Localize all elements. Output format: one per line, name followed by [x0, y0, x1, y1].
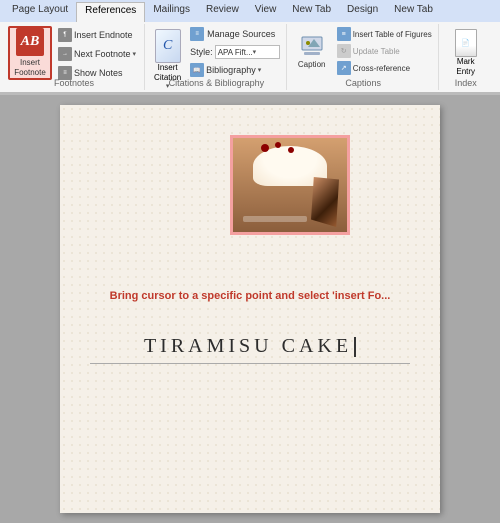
document-area: Bring cursor to a specific point and sel… — [0, 95, 500, 523]
instruction-text-content: Bring cursor to a specific point and sel… — [110, 290, 391, 302]
tab-design[interactable]: Design — [339, 2, 386, 22]
style-dropdown[interactable]: APA Fift... ▾ — [215, 45, 280, 59]
captions-group-label: Captions — [345, 78, 381, 88]
footnotes-group-label: Footnotes — [54, 78, 94, 88]
cherry3 — [288, 147, 294, 153]
insert-table-of-figs-button[interactable]: ≡ Insert Table of Figures — [335, 26, 434, 42]
document-title[interactable]: TIRAMISU CAKE — [90, 335, 410, 364]
citations-group: C InsertCitation ▾ ≡ Manage Sources Styl… — [147, 24, 287, 90]
insert-table-of-figs-label: Insert Table of Figures — [353, 30, 432, 39]
footnote-options: ¶ Insert Endnote → Next Footnote ▾ ≡ Sho… — [54, 26, 140, 82]
bibliography-arrow: ▾ — [258, 66, 262, 74]
endnote-icon: ¶ — [58, 28, 72, 42]
insert-endnote-button[interactable]: ¶ Insert Endnote — [54, 26, 140, 44]
tab-review[interactable]: Review — [198, 2, 247, 22]
manage-sources-label: Manage Sources — [207, 29, 275, 39]
insert-caption-button[interactable]: Caption — [293, 26, 331, 76]
mark-entry-icon: 📄 — [455, 29, 477, 57]
tab-mailings[interactable]: Mailings — [145, 2, 198, 22]
cherry1 — [261, 144, 269, 152]
captions-group: Caption ≡ Insert Table of Figures ↻ Upda… — [289, 24, 439, 90]
citations-group-label: Citations & Bibliography — [169, 78, 265, 88]
document-page[interactable]: Bring cursor to a specific point and sel… — [60, 105, 440, 513]
cherry2 — [275, 142, 281, 148]
tab-newtab2[interactable]: New Tab — [386, 2, 441, 22]
footnote-icon: AB — [16, 28, 44, 56]
next-footnote-icon: → — [58, 47, 72, 61]
insert-citation-icon: C — [155, 29, 181, 63]
footnotes-group: AB InsertFootnote ¶ Insert Endnote → Nex… — [4, 24, 145, 90]
tab-references[interactable]: References — [76, 2, 145, 22]
next-footnote-label: Next Footnote — [74, 49, 131, 59]
caption-icon — [300, 34, 324, 58]
cross-reference-icon: ↗ — [337, 61, 351, 75]
update-table-button[interactable]: ↻ Update Table — [335, 43, 434, 59]
document-title-text: TIRAMISU CAKE — [144, 335, 352, 357]
index-content: 📄 Mark Entry — [446, 26, 486, 79]
ribbon: Page Layout References Mailings Review V… — [0, 0, 500, 95]
manage-sources-button[interactable]: ≡ Manage Sources — [188, 26, 282, 42]
tab-newtab1[interactable]: New Tab — [284, 2, 339, 22]
next-footnote-arrow: ▾ — [133, 50, 137, 58]
style-arrow: ▾ — [253, 48, 257, 56]
tab-view[interactable]: View — [247, 2, 285, 22]
cake-image-container[interactable] — [230, 135, 350, 235]
insert-footnote-button[interactable]: AB InsertFootnote — [8, 26, 52, 80]
cake-image — [233, 138, 347, 232]
captions-right-col: ≡ Insert Table of Figures ↻ Update Table… — [335, 26, 434, 76]
style-row: Style: APA Fift... ▾ — [188, 44, 282, 60]
next-footnote-button[interactable]: → Next Footnote ▾ — [54, 45, 140, 63]
mark-entry-button[interactable]: 📄 Mark Entry — [446, 26, 486, 79]
cross-reference-button[interactable]: ↗ Cross-reference — [335, 60, 434, 76]
insert-caption-label: Caption — [298, 60, 326, 69]
update-table-label: Update Table — [353, 47, 400, 56]
instruction-text: Bring cursor to a specific point and sel… — [70, 290, 430, 302]
cake-layer-line — [243, 216, 307, 222]
style-value: APA Fift... — [218, 48, 253, 57]
cross-reference-label: Cross-reference — [353, 64, 410, 73]
show-notes-label: Show Notes — [74, 68, 123, 78]
bibliography-button[interactable]: 📖 Bibliography ▾ — [188, 62, 282, 78]
insert-endnote-label: Insert Endnote — [74, 30, 133, 40]
cake-slice — [311, 177, 339, 227]
insert-footnote-label: InsertFootnote — [14, 58, 46, 77]
bibliography-icon: 📖 — [190, 63, 204, 77]
ribbon-tab-bar: Page Layout References Mailings Review V… — [0, 0, 500, 22]
bibliography-label: Bibliography — [206, 65, 256, 75]
table-of-figs-icon: ≡ — [337, 27, 351, 41]
manage-sources-icon: ≡ — [190, 27, 204, 41]
captions-content: Caption ≡ Insert Table of Figures ↻ Upda… — [293, 26, 434, 76]
update-table-icon: ↻ — [337, 44, 351, 58]
ribbon-body: AB InsertFootnote ¶ Insert Endnote → Nex… — [0, 22, 500, 94]
tab-page-layout[interactable]: Page Layout — [4, 2, 76, 22]
index-group-label: Index — [455, 78, 477, 88]
style-label: Style: — [190, 47, 213, 57]
mark-entry-label: Mark Entry — [449, 57, 483, 76]
index-group: 📄 Mark Entry Index — [441, 24, 491, 90]
text-cursor — [354, 337, 356, 357]
